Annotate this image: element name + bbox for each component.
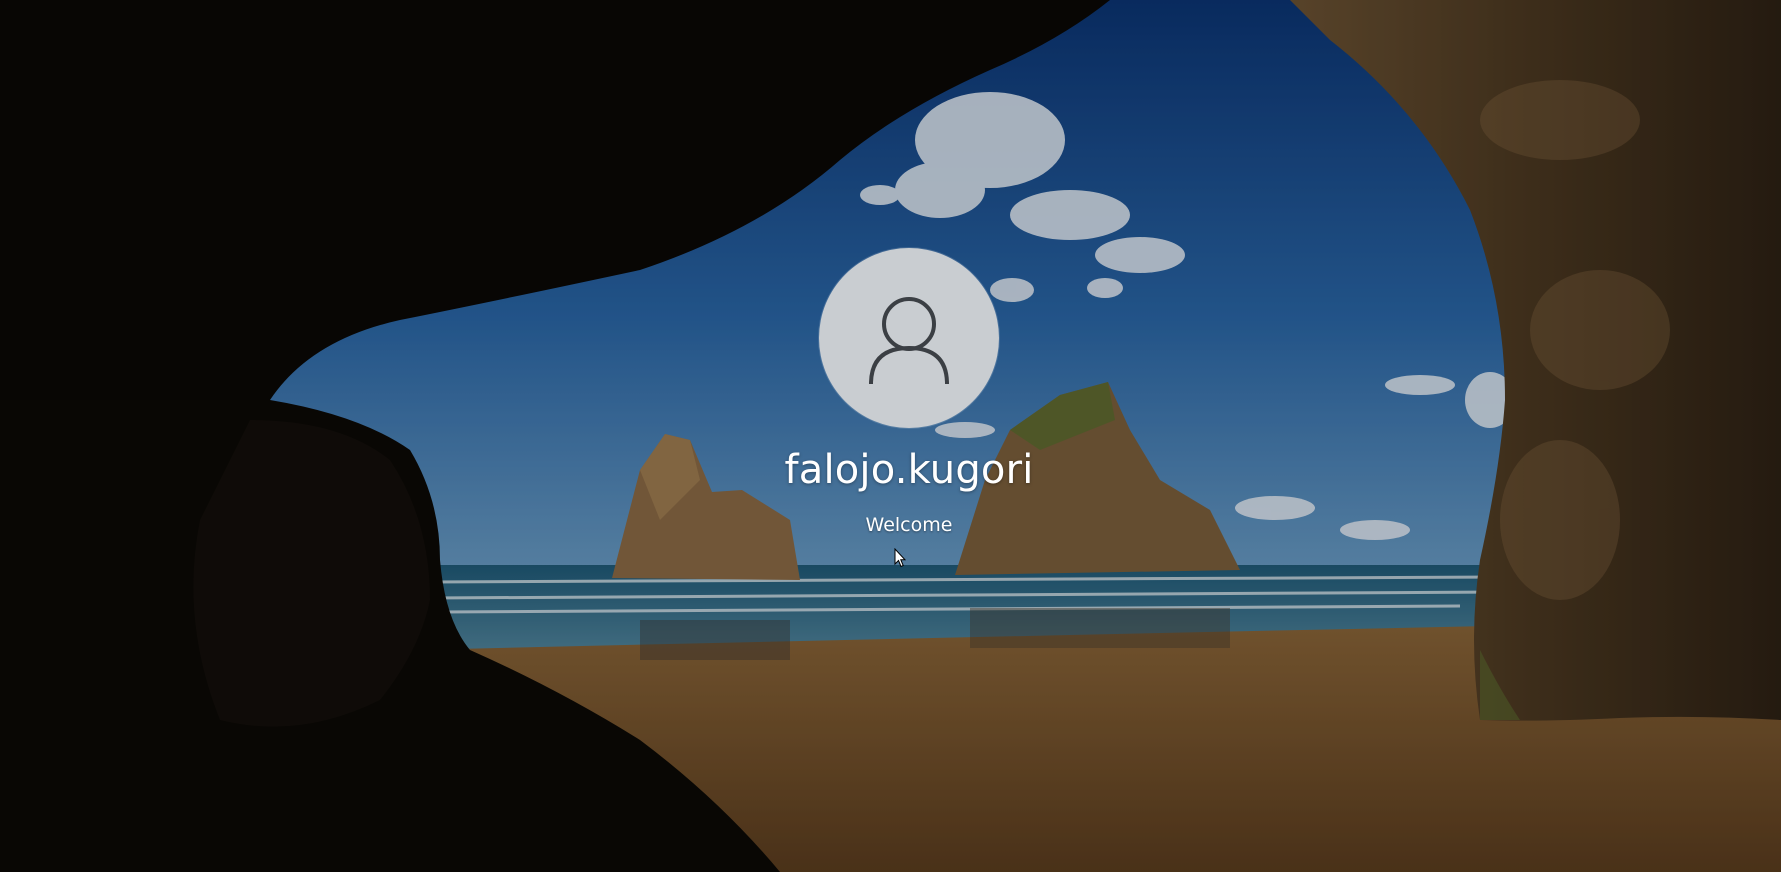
- status-text: Welcome: [865, 514, 953, 536]
- username-label: falojo.kugori: [784, 447, 1034, 493]
- user-avatar: [819, 248, 999, 428]
- arrow-cursor-icon: [894, 548, 906, 568]
- lock-screen: falojo.kugori Welcome: [0, 0, 1781, 872]
- user-icon: [869, 297, 949, 385]
- login-panel: falojo.kugori Welcome: [0, 248, 1781, 537]
